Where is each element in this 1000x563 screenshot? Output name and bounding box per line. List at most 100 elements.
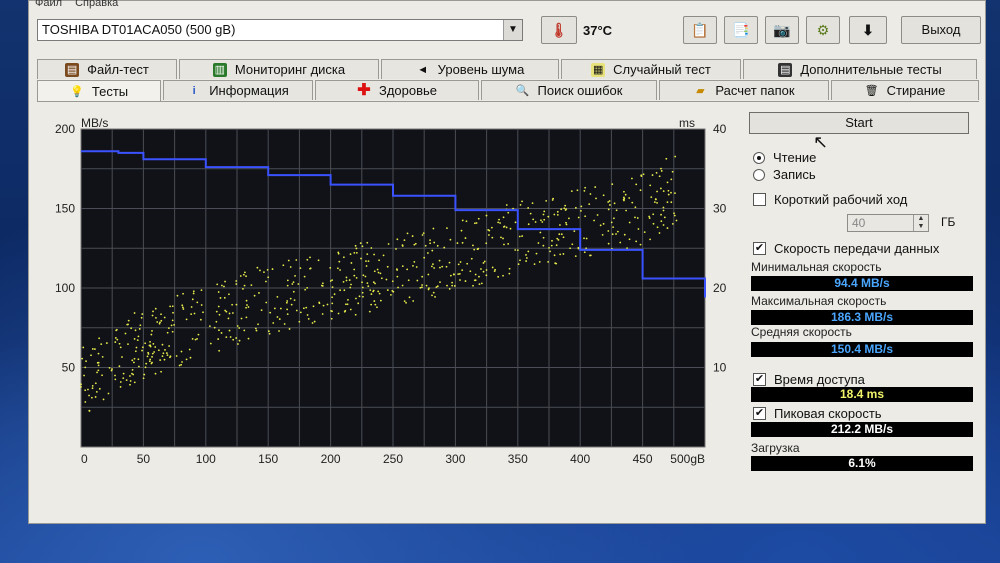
access-time-point (130, 327, 133, 330)
access-time-point (235, 337, 238, 339)
access-time-point (305, 306, 308, 309)
access-time-point (542, 213, 545, 216)
tab-random-access[interactable]: ▦ Случайный тест (561, 59, 741, 79)
benchmark-chart: MB/s ms 200 150 100 50 40 30 20 10 0 50 100 150 20… (55, 116, 727, 466)
menu-bar: Файл Справка (35, 0, 128, 9)
access-time-point (122, 377, 125, 380)
access-time-point (196, 301, 199, 304)
access-time-point (269, 311, 272, 314)
access-time-point (238, 327, 241, 329)
y-right-tick-label: 30 (713, 202, 727, 216)
start-button[interactable]: Start (749, 112, 969, 134)
access-time-point (433, 241, 436, 244)
copy-text-button[interactable]: 📋 (683, 16, 717, 44)
y-left-tick-label: 100 (55, 281, 75, 295)
access-time-point (483, 260, 486, 263)
copy-all-button[interactable]: 📑 (724, 16, 758, 44)
access-time-point (268, 332, 271, 335)
access-time-checkbox[interactable]: ✔ Время доступа (753, 372, 865, 387)
access-time-point (441, 265, 444, 268)
access-time-point (488, 234, 490, 236)
access-time-point (129, 380, 132, 382)
access-time-point (649, 184, 652, 187)
transfer-rate-checkbox[interactable]: ✔ Скорость передачи данных (753, 241, 939, 256)
access-time-point (131, 368, 134, 371)
drive-select[interactable]: TOSHIBA DT01ACA050 (500 gB) ▼ (37, 19, 523, 41)
access-time-point (466, 262, 469, 265)
tab-noise-level[interactable]: ◄ Уровень шума (381, 59, 559, 79)
access-time-point (424, 244, 427, 247)
write-radio[interactable]: Запись (753, 167, 816, 182)
access-time-point (110, 369, 113, 372)
access-time-point (223, 296, 226, 299)
access-time-point (349, 286, 352, 289)
access-time-point (213, 326, 216, 329)
tab-erase[interactable]: 🗑 Стирание (831, 80, 979, 100)
access-time-point (344, 303, 347, 306)
access-time-point (502, 274, 504, 277)
access-time-point (291, 283, 294, 285)
access-time-point (505, 226, 508, 229)
access-time-point (276, 295, 279, 298)
access-time-point (628, 221, 631, 224)
access-time-point (138, 365, 140, 368)
save-button[interactable]: ⬇ (849, 16, 887, 44)
tab-folder-usage[interactable]: ▰ Расчет папок (659, 80, 829, 100)
speaker-icon: ◄ (417, 63, 429, 76)
access-time-point (432, 263, 434, 266)
checkbox-checked-icon: ✔ (753, 242, 766, 255)
access-time-point (236, 325, 239, 327)
access-time-point (329, 266, 332, 269)
access-time-point (502, 226, 505, 228)
menu-file[interactable]: Файл (35, 0, 62, 9)
spin-arrows-icon[interactable]: ▲ ▼ (913, 215, 928, 231)
access-time-point (331, 296, 334, 299)
exit-button[interactable]: Выход (901, 16, 981, 44)
menu-help[interactable]: Справка (75, 0, 118, 9)
tab-extra-tests[interactable]: ▤ Дополнительные тесты (743, 59, 977, 79)
access-time-point (374, 303, 377, 306)
radio-dot (753, 168, 765, 181)
tab-health[interactable]: ✚ Здоровье (315, 80, 479, 100)
access-time-point (574, 206, 577, 209)
access-time-point (119, 381, 122, 383)
access-time-point (131, 359, 134, 362)
tab-error-scan[interactable]: 🔍 Поиск ошибок (481, 80, 657, 100)
access-time-point (571, 243, 574, 246)
screenshot-button[interactable]: 📷 (765, 16, 799, 44)
access-time-point (411, 235, 414, 237)
chevron-down-icon[interactable]: ▼ (503, 20, 522, 40)
access-time-point (527, 223, 530, 226)
burst-rate-checkbox[interactable]: ✔ Пиковая скорость (753, 406, 882, 421)
tab-benchmark[interactable]: 💡 Тесты (37, 80, 161, 102)
access-time-point (148, 360, 151, 363)
access-time-point (191, 337, 194, 340)
access-time-point (124, 332, 127, 335)
access-time-point (502, 216, 505, 219)
tab-info[interactable]: i Информация (163, 80, 313, 100)
access-time-point (240, 317, 243, 320)
short-stroke-size-input[interactable]: 40 ▲ ▼ (847, 214, 929, 232)
temperature-button[interactable]: 🌡 (541, 16, 577, 44)
read-radio[interactable]: Чтение (753, 150, 816, 165)
access-time-point (200, 289, 203, 292)
short-stroke-checkbox[interactable]: Короткий рабочий ход (753, 192, 907, 207)
options-button[interactable]: ⚙ (806, 16, 840, 44)
tab-disk-monitor[interactable]: ▥ Мониторинг диска (179, 59, 379, 79)
access-time-point (656, 226, 659, 229)
access-time-point (658, 232, 661, 234)
tab-file-benchmark[interactable]: ▤ Файл-тест (37, 59, 177, 79)
access-time-point (278, 318, 281, 320)
access-time-point (543, 210, 546, 213)
access-time-point (503, 243, 505, 246)
access-time-point (367, 285, 370, 288)
access-time-point (121, 356, 123, 358)
access-time-point (220, 332, 223, 334)
access-time-point (660, 220, 663, 223)
access-time-point (348, 279, 351, 281)
max-speed-label: Максимальная скорость (751, 294, 887, 308)
access-time-point (439, 281, 441, 284)
access-time-point (321, 282, 324, 285)
access-time-point (497, 221, 500, 224)
access-time-point (173, 323, 175, 326)
